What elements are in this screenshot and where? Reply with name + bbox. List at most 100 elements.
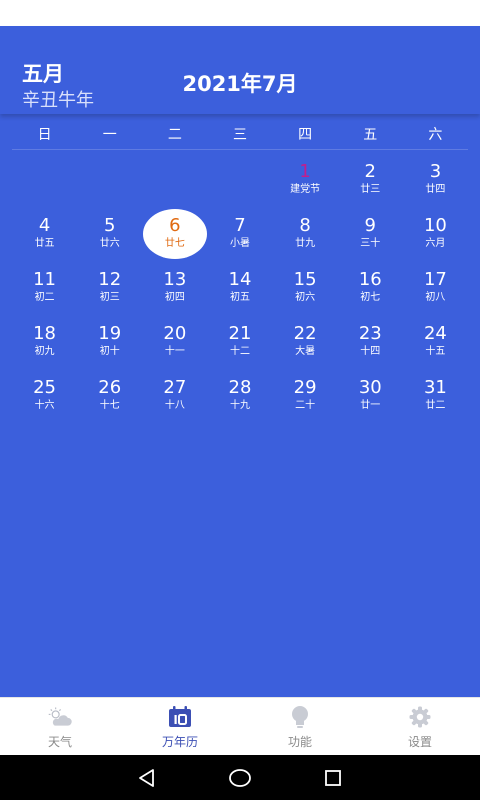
- nav-label: 功能: [287, 734, 312, 749]
- lunar-day-label: 十九: [229, 400, 250, 411]
- day-cell[interactable]: 5 廿六: [77, 204, 142, 258]
- day-number: 31: [423, 377, 447, 398]
- lunar-day-label: 六月: [425, 238, 446, 249]
- day-number: 30: [358, 377, 382, 398]
- nav-item-weather[interactable]: 天气: [0, 698, 120, 755]
- nav-item-functions[interactable]: 功能: [240, 698, 360, 755]
- lunar-day-label: 十一: [164, 346, 185, 357]
- lunar-day-label: 十六: [34, 400, 55, 411]
- day-cell[interactable]: 31 廿二: [403, 366, 468, 420]
- day-cell[interactable]: 4 廿五: [12, 204, 77, 258]
- lunar-day-label: 十五: [425, 346, 446, 357]
- day-number: 22: [293, 323, 317, 344]
- lunar-day-label: 廿六: [99, 238, 120, 249]
- day-number: 5: [103, 215, 116, 236]
- day-cell[interactable]: 27 十八: [142, 366, 207, 420]
- lunar-day-label: 初七: [360, 292, 381, 303]
- recents-icon[interactable]: [319, 764, 347, 792]
- lunar-day-label: 廿二: [425, 400, 446, 411]
- lunar-day-label: 初九: [34, 346, 55, 357]
- day-cell[interactable]: 30 廿一: [338, 366, 403, 420]
- day-cell[interactable]: 21 十二: [207, 312, 272, 366]
- back-icon[interactable]: [133, 764, 161, 792]
- weekday-label: 四: [298, 127, 313, 143]
- day-cell[interactable]: 19 初十: [77, 312, 142, 366]
- day-cell[interactable]: 2 廿三: [338, 150, 403, 204]
- calendar-icon: [167, 704, 193, 730]
- day-number: 17: [423, 269, 447, 290]
- day-cell[interactable]: 8 廿九: [273, 204, 338, 258]
- day-cell[interactable]: 26 十七: [77, 366, 142, 420]
- lunar-day-label: 初十: [99, 346, 120, 357]
- day-cell[interactable]: 14 初五: [207, 258, 272, 312]
- lunar-day-label: 初六: [295, 292, 316, 303]
- day-number: 14: [228, 269, 252, 290]
- day-number: 27: [163, 377, 187, 398]
- lunar-day-label: 初四: [164, 292, 185, 303]
- lunar-day-label: 三十: [360, 238, 381, 249]
- day-number: 12: [98, 269, 122, 290]
- day-cell[interactable]: 16 初七: [338, 258, 403, 312]
- day-number: 6: [169, 215, 181, 236]
- day-number: 1: [299, 161, 311, 182]
- bottom-nav: 天气 万年历 功能 设置: [0, 697, 480, 755]
- day-number: 15: [293, 269, 317, 290]
- day-number: 23: [358, 323, 382, 344]
- nav-label: 天气: [47, 734, 72, 749]
- lunar-day-label: 二十: [295, 400, 316, 411]
- day-number: 13: [163, 269, 187, 290]
- day-cell[interactable]: 7 小暑: [207, 204, 272, 258]
- lunar-day-label: 初三: [99, 292, 120, 303]
- day-number: 11: [33, 269, 57, 290]
- lunar-day-label: 初八: [425, 292, 446, 303]
- nav-item-calendar[interactable]: 万年历: [120, 698, 240, 755]
- calendar-grid: 1 建党节 2 廿三 3 廿四 4 廿五 5 廿六 6 廿七 7 小暑 8 廿九 9 三十 10 六月 11 初二 12 初三…: [12, 150, 468, 420]
- lightbulb-icon: [287, 704, 313, 730]
- day-number: 7: [234, 215, 246, 236]
- lunar-day-label: 十四: [360, 346, 381, 357]
- day-number: 2: [364, 161, 376, 182]
- status-bar: [0, 0, 480, 26]
- lunar-day-label: 建党节: [290, 184, 321, 195]
- day-number: 28: [228, 377, 252, 398]
- lunar-day-label: 初五: [229, 292, 250, 303]
- day-number: 16: [358, 269, 382, 290]
- blank-day-cell: [12, 150, 77, 204]
- day-cell[interactable]: 29 二十: [273, 366, 338, 420]
- weekday-label: 六: [428, 127, 443, 143]
- day-cell[interactable]: 17 初八: [403, 258, 468, 312]
- day-cell[interactable]: 20 十一: [142, 312, 207, 366]
- day-cell[interactable]: 28 十九: [207, 366, 272, 420]
- day-cell[interactable]: 22 大暑: [273, 312, 338, 366]
- day-cell[interactable]: 11 初二: [12, 258, 77, 312]
- lunar-day-label: 廿九: [295, 238, 316, 249]
- blank-day-cell: [207, 150, 272, 204]
- nav-item-settings[interactable]: 设置: [360, 698, 480, 755]
- day-cell[interactable]: 10 六月: [403, 204, 468, 258]
- day-number: 8: [299, 215, 311, 236]
- day-number: 19: [98, 323, 122, 344]
- day-cell-selected[interactable]: 6 廿七: [142, 204, 207, 259]
- day-cell[interactable]: 18 初九: [12, 312, 77, 366]
- weekday-header: 日 一 二 三 四 五 六: [12, 120, 468, 150]
- day-number: 10: [423, 215, 447, 236]
- weekday-label: 日: [37, 127, 52, 143]
- day-cell[interactable]: 13 初四: [142, 258, 207, 312]
- day-cell[interactable]: 24 十五: [403, 312, 468, 366]
- day-cell[interactable]: 15 初六: [273, 258, 338, 312]
- day-cell[interactable]: 25 十六: [12, 366, 77, 420]
- month-title[interactable]: 2021年7月: [0, 68, 480, 98]
- weekday-label: 三: [232, 127, 247, 143]
- day-number: 20: [163, 323, 187, 344]
- day-cell[interactable]: 12 初三: [77, 258, 142, 312]
- day-number: 4: [38, 215, 51, 236]
- home-icon[interactable]: [226, 764, 254, 792]
- lunar-day-label: 大暑: [295, 346, 316, 357]
- day-cell[interactable]: 1 建党节: [273, 150, 338, 204]
- day-cell[interactable]: 23 十四: [338, 312, 403, 366]
- day-cell[interactable]: 3 廿四: [403, 150, 468, 204]
- day-cell[interactable]: 9 三十: [338, 204, 403, 258]
- day-number: 3: [429, 161, 442, 182]
- nav-label: 万年历: [161, 734, 198, 749]
- gear-icon: [407, 704, 433, 730]
